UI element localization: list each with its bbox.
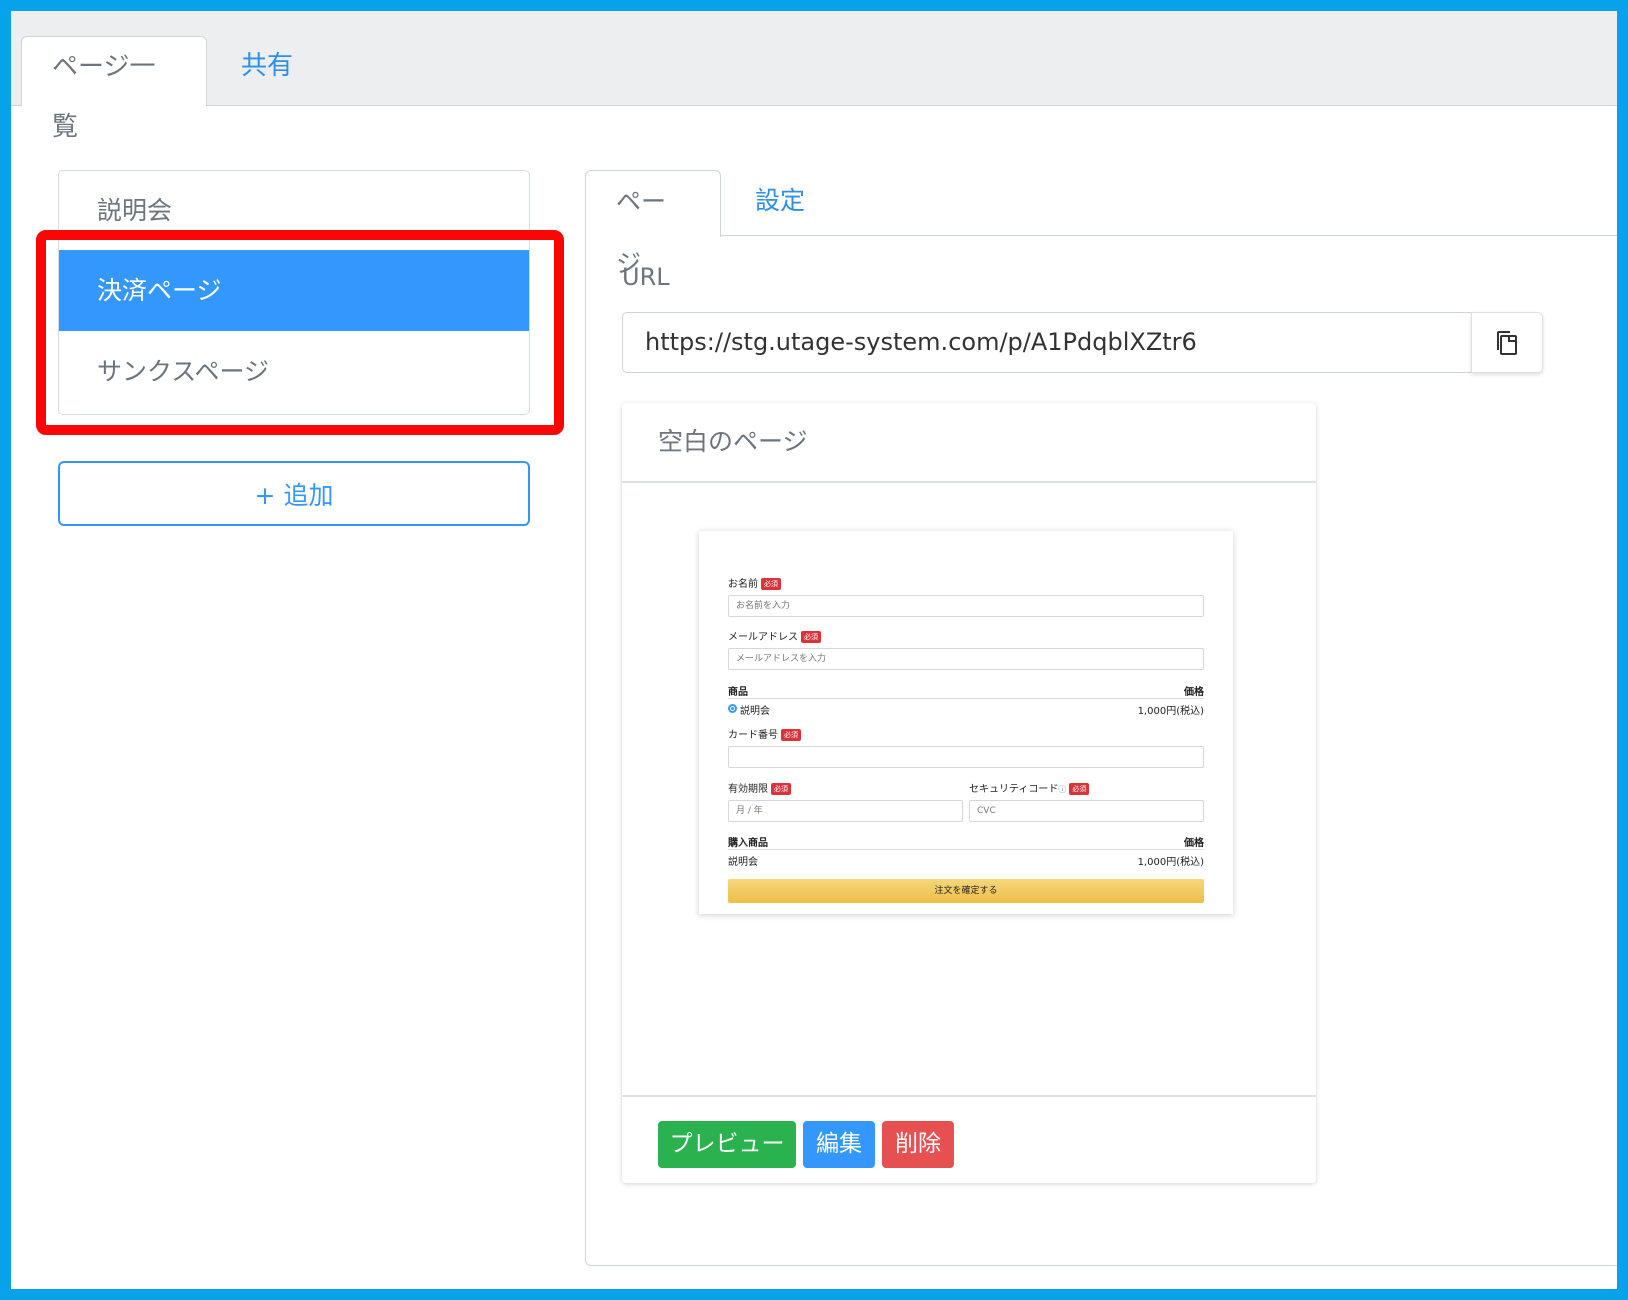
confirm-order-button: 注文を確定する — [728, 879, 1204, 903]
copy-button[interactable] — [1471, 312, 1543, 373]
page-thumbnail[interactable]: お名前 必須 お名前を入力 メールアドレス 必須 メールアドレスを入力 商品 価格 … — [699, 531, 1233, 914]
expiry-label: 有効期限 — [728, 784, 768, 795]
tab-settings[interactable]: 設定 — [725, 170, 835, 237]
card-title: 空白のページ — [622, 403, 1316, 483]
tab-share[interactable]: 共有 — [211, 36, 323, 106]
list-item-briefing[interactable]: 説明会 — [59, 171, 529, 250]
edit-button[interactable]: 編集 — [803, 1121, 875, 1168]
card-footer: プレビュー 編集 削除 — [622, 1095, 1316, 1183]
product-header: 商品 — [728, 687, 748, 698]
card-number-field — [728, 746, 1204, 768]
purchased-price: 1,000円(税込) — [1137, 857, 1204, 868]
expiry-field: 月 / 年 — [728, 800, 963, 822]
app-frame: ページ一覧 共有 説明会 決済ページ サンクスページ + 追加 ページ 設定 U… — [11, 11, 1617, 1289]
preview-button[interactable]: プレビュー — [658, 1121, 796, 1168]
page-list: 説明会 決済ページ サンクスページ — [58, 170, 530, 415]
product-price: 1,000円(税込) — [1137, 706, 1204, 717]
card-number-label: カード番号 — [728, 730, 778, 741]
email-field: メールアドレスを入力 — [728, 648, 1204, 670]
purchased-header: 購入商品 — [728, 838, 768, 849]
add-label: + 追加 — [254, 480, 334, 510]
list-item-thanks[interactable]: サンクスページ — [59, 331, 529, 412]
price-header: 価格 — [1184, 687, 1204, 698]
required-badge: 必須 — [761, 578, 781, 590]
name-label: お名前 — [728, 579, 758, 590]
url-input[interactable]: https://stg.utage-system.com/p/A1PdqblXZ… — [622, 312, 1472, 373]
page-card: 空白のページ お名前 必須 お名前を入力 メールアドレス 必須 メールアドレスを入力… — [622, 403, 1316, 1183]
delete-button[interactable]: 削除 — [882, 1121, 954, 1168]
tab-page-list[interactable]: ページ一覧 — [21, 36, 207, 142]
required-badge: 必須 — [801, 631, 821, 643]
product-radio — [728, 704, 737, 713]
add-page-button[interactable]: + 追加 — [58, 461, 530, 526]
required-badge: 必須 — [781, 729, 801, 741]
name-field: お名前を入力 — [728, 595, 1204, 617]
help-icon: ⓘ — [1058, 785, 1067, 794]
required-badge: 必須 — [771, 783, 791, 795]
security-code-label: セキュリティコード — [969, 784, 1059, 795]
security-code-field: CVC — [969, 800, 1204, 822]
required-badge: 必須 — [1069, 783, 1090, 795]
tab-page[interactable]: ページ — [585, 170, 721, 278]
product-name: 説明会 — [740, 706, 770, 717]
copy-icon — [1497, 330, 1517, 355]
purchased-name: 説明会 — [728, 857, 758, 868]
email-label: メールアドレス — [728, 632, 798, 643]
purchased-price-header: 価格 — [1184, 838, 1204, 849]
list-item-payment[interactable]: 決済ページ — [59, 250, 529, 331]
